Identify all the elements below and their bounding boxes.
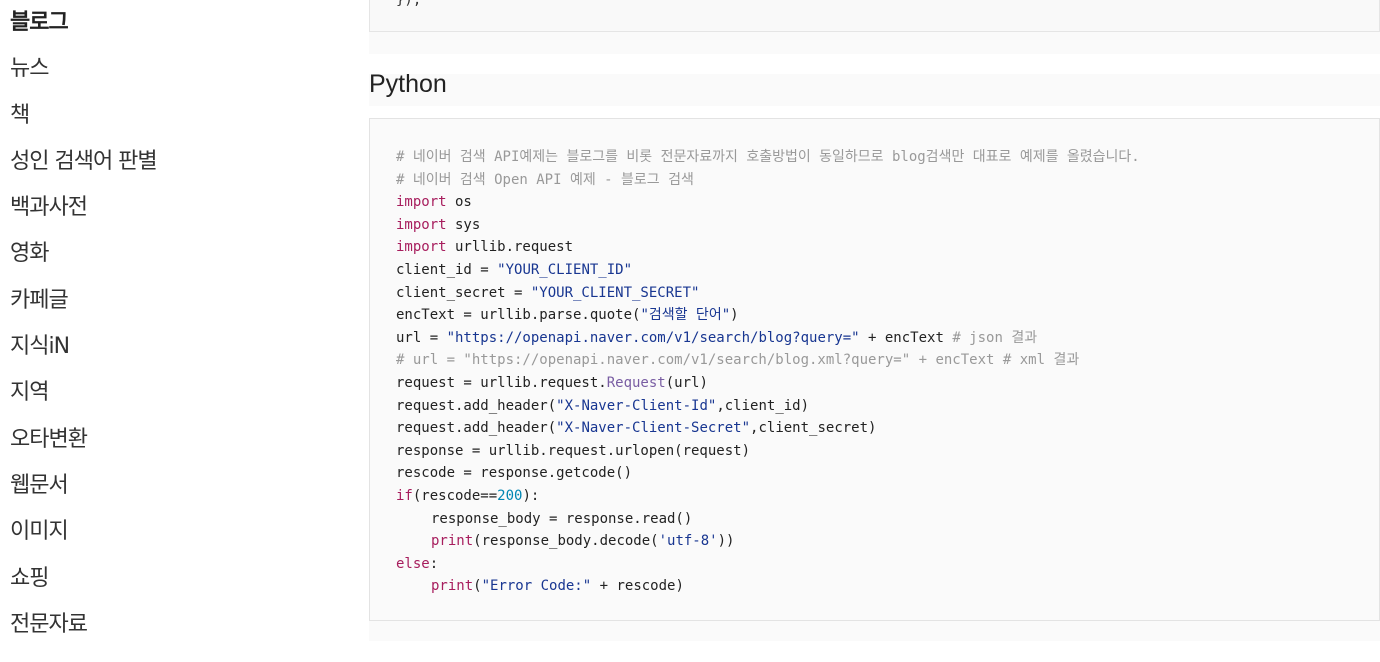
section-title: Python xyxy=(369,70,447,98)
code-line: print(response_body.decode('utf-8')) xyxy=(396,530,1140,553)
sidebar-item-local[interactable]: 지역 xyxy=(10,376,157,422)
code-string: "X-Naver-Client-Secret" xyxy=(556,420,751,437)
code-text: )) xyxy=(717,533,735,550)
code-line: if(rescode==200): xyxy=(396,485,1140,508)
sidebar-nav: 블로그 뉴스 책 성인 검색어 판별 백과사전 영화 카페글 지식iN 지역 오… xyxy=(10,6,158,654)
code-line: encText = urllib.parse.quote("검색할 단어") xyxy=(396,304,1140,327)
code-line: request.add_header("X-Naver-Client-Secre… xyxy=(396,417,1140,440)
code-text: sys xyxy=(446,216,481,233)
code-line: else: xyxy=(396,553,1140,576)
sidebar-item-encyclopedia[interactable]: 백과사전 xyxy=(10,191,157,237)
code-line: import urllib.request xyxy=(396,236,1140,259)
code-text: request.add_header( xyxy=(396,397,557,414)
previous-code-block: }); xyxy=(369,0,1380,32)
code-text: response = urllib.request.urlopen(reques… xyxy=(396,442,751,459)
code-text: ( xyxy=(473,578,482,595)
code-line: import os xyxy=(396,191,1140,214)
code-text: os xyxy=(446,194,472,211)
sidebar-item-errata[interactable]: 오타변환 xyxy=(10,423,157,469)
code-string: "YOUR_CLIENT_ID" xyxy=(497,261,633,278)
code-text: ): xyxy=(522,487,540,504)
sidebar-item-doc[interactable]: 전문자료 xyxy=(10,608,157,654)
code-string: "Error Code:" xyxy=(481,578,592,595)
sidebar-item-image[interactable]: 이미지 xyxy=(10,515,157,561)
sidebar-item-blog[interactable]: 블로그 xyxy=(10,6,157,52)
code-line: # 네이버 검색 API예제는 블로그를 비롯 전문자료까지 호출방법이 동일하… xyxy=(396,146,1140,169)
code-text: encText = urllib.parse.quote( xyxy=(396,307,641,324)
code-string: "X-Naver-Client-Id" xyxy=(556,397,717,414)
code-line: response_body = response.read() xyxy=(396,508,1140,531)
main-content: }); Python # 네이버 검색 API예제는 블로그를 비롯 전문자료까… xyxy=(369,0,1380,662)
sidebar-item-shopping[interactable]: 쇼핑 xyxy=(10,562,157,608)
code-text: url = xyxy=(396,329,447,346)
code-line: rescode = response.getcode() xyxy=(396,462,1140,485)
code-line: client_secret = "YOUR_CLIENT_SECRET" xyxy=(396,282,1140,305)
sidebar-item-kin[interactable]: 지식iN xyxy=(10,330,157,376)
section-header-bg xyxy=(369,74,1380,106)
sidebar-item-adult-check[interactable]: 성인 검색어 판별 xyxy=(10,145,158,191)
sidebar-item-movie[interactable]: 영화 xyxy=(10,237,157,283)
code-text: + encText xyxy=(859,329,953,346)
code-text: response_body = response.read() xyxy=(431,510,693,527)
code-text: (response_body.decode( xyxy=(473,533,659,550)
code-line: # 네이버 검색 Open API 예제 - 블로그 검색 xyxy=(396,169,1140,192)
code-content: # 네이버 검색 API예제는 블로그를 비롯 전문자료까지 호출방법이 동일하… xyxy=(396,146,1140,598)
code-text: client_secret = xyxy=(396,284,531,301)
code-text: : xyxy=(429,555,439,572)
code-text: request.add_header( xyxy=(396,420,557,437)
code-keyword: import xyxy=(396,194,447,211)
code-comment: # url = "https://openapi.naver.com/v1/se… xyxy=(396,352,1080,369)
code-text: (url) xyxy=(665,374,708,391)
code-line: url = "https://openapi.naver.com/v1/sear… xyxy=(396,327,1140,350)
code-text: urllib.request xyxy=(446,239,574,256)
code-line: print("Error Code:" + rescode) xyxy=(396,575,1140,598)
code-keyword: import xyxy=(396,239,447,256)
code-text: ,client_secret) xyxy=(750,420,877,437)
code-string: "검색할 단어" xyxy=(640,307,731,324)
code-string: 'utf-8' xyxy=(658,533,718,550)
sidebar-item-book[interactable]: 책 xyxy=(10,99,157,145)
sidebar-item-webdoc[interactable]: 웹문서 xyxy=(10,469,157,515)
code-line: request.add_header("X-Naver-Client-Id",c… xyxy=(396,395,1140,418)
code-comment: # 네이버 검색 Open API 예제 - 블로그 검색 xyxy=(396,171,694,188)
code-string: "https://openapi.naver.com/v1/search/blo… xyxy=(446,329,860,346)
bottom-strip xyxy=(369,621,1380,641)
divider-strip xyxy=(369,32,1380,54)
code-keyword: print xyxy=(431,533,474,550)
code-line: # url = "https://openapi.naver.com/v1/se… xyxy=(396,349,1140,372)
code-text: ) xyxy=(730,307,739,324)
code-line: import sys xyxy=(396,214,1140,237)
sidebar-item-cafe[interactable]: 카페글 xyxy=(10,284,157,330)
code-comment: # 네이버 검색 API예제는 블로그를 비롯 전문자료까지 호출방법이 동일하… xyxy=(396,149,1140,165)
code-line: client_id = "YOUR_CLIENT_ID" xyxy=(396,259,1140,282)
code-comment: # json 결과 xyxy=(952,329,1038,346)
code-number: 200 xyxy=(497,487,523,504)
code-keyword: else xyxy=(396,555,430,572)
code-string: "YOUR_CLIENT_SECRET" xyxy=(530,284,700,301)
code-keyword: if xyxy=(396,487,413,504)
sidebar-item-news[interactable]: 뉴스 xyxy=(10,52,157,98)
code-text: + rescode) xyxy=(591,578,684,595)
sidebar: 블로그 뉴스 책 성인 검색어 판별 백과사전 영화 카페글 지식iN 지역 오… xyxy=(0,0,360,662)
code-text: (rescode== xyxy=(412,487,498,504)
code-function: Request xyxy=(606,374,666,391)
code-text: ,client_id) xyxy=(716,397,810,414)
previous-code-tail: }); xyxy=(396,0,422,8)
code-keyword: print xyxy=(431,578,474,595)
code-text: rescode = response.getcode() xyxy=(396,465,633,482)
code-keyword: import xyxy=(396,216,447,233)
code-text: request = urllib.request. xyxy=(396,374,607,391)
code-text: client_id = xyxy=(396,261,498,278)
code-line: request = urllib.request.Request(url) xyxy=(396,372,1140,395)
code-line: response = urllib.request.urlopen(reques… xyxy=(396,440,1140,463)
code-block[interactable]: # 네이버 검색 API예제는 블로그를 비롯 전문자료까지 호출방법이 동일하… xyxy=(369,118,1380,621)
